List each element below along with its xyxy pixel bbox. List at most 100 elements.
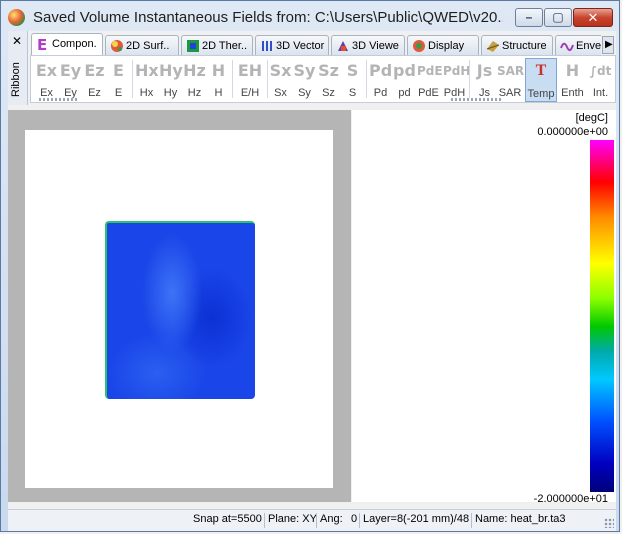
status-plane: Plane: XY [268,513,317,525]
maximize-icon: ▢ [552,10,564,24]
tool-pdh[interactable]: PdH PdH [443,58,471,102]
chevron-right-icon: ▶ [605,39,613,50]
e-icon: E [613,61,615,80]
minimize-button[interactable]: – [515,8,543,27]
tool-enth[interactable]: H Enth [561,58,584,102]
ribbon-label: Ribbon [10,62,22,97]
tool-label: E [114,87,123,99]
tab-label: 2D Surf.. [126,40,170,52]
status-layer: Layer=8(-201 mm)/48 [363,513,470,525]
component-toolbar: Ex Ex Ey Ey Ez Ez EE Hx Hx Hy Hy Hz Hz HH EH E/… [30,55,616,103]
close-icon: ✕ [587,10,599,25]
tool-s[interactable]: SS [341,58,364,102]
title-bar[interactable]: Saved Volume Instantaneous Fields from: … [1,1,621,31]
tab-label: Display [428,40,465,52]
temperature-field-region[interactable] [105,221,255,399]
ey-icon: Ey [59,61,82,80]
status-divider [471,513,472,528]
minimize-icon: – [525,10,533,24]
status-bar: Snap at=5500 Plane: XY Ang: 0 Layer=8(-2… [8,509,616,530]
tool-e-h[interactable]: EH E/H [237,58,263,102]
tab-components[interactable]: E Compon. [31,33,103,55]
tool-e[interactable]: EE [107,58,130,102]
tab-label: Compon. [52,38,97,50]
ex-icon: Ex [35,61,58,80]
colorbar-panel: [degC] 0.000000e+00 -2.000000e+01 [352,110,616,505]
thermal-icon [186,39,200,53]
client-area: ✕ Ribbon E Compon. 2D Surf.. 2D Ther.. 3… [8,31,616,531]
sx-icon: Sx [269,61,292,80]
pd-lower-icon: pd [393,61,416,80]
qwed-app-icon[interactable] [8,9,25,26]
field-plot-view[interactable] [8,110,351,502]
window-title: Saved Volume Instantaneous Fields from: … [33,9,503,26]
h-icon: H [211,61,226,80]
colorbar-unit: [degC] [575,112,608,124]
hz-icon: Hz [183,61,206,80]
sz-icon: Sz [318,61,339,80]
tab-label: 2D Ther.. [202,40,248,52]
status-divider [264,513,265,528]
status-filename: Name: heat_br.ta3 [475,513,566,525]
surface-icon [110,39,124,53]
tab-label: Structure [502,40,547,52]
status-divider [316,513,317,528]
tool-label: E/H [240,87,260,99]
tab-label: 3D Vector [276,40,325,52]
tool-label: Enth [561,87,584,99]
envelope-icon [560,39,574,53]
maximize-button[interactable]: ▢ [544,8,572,27]
status-divider [359,513,360,528]
status-snap: Snap at=5500 [193,513,262,525]
close-button[interactable]: ✕ [573,8,613,27]
tab-label: Envelope [576,40,601,52]
eh-icon: EH [237,61,263,80]
tab-scroll-right-button[interactable]: ▶ [602,36,614,54]
hy-icon: Hy [159,61,183,80]
status-angle-label: Ang: [320,513,343,525]
status-angle-value: 0 [351,513,358,525]
svg-text:E: E [37,37,47,51]
resize-grip-icon[interactable] [604,518,614,528]
ribbon-close-icon[interactable]: ✕ [12,34,22,48]
tool-pde[interactable]: PdE PdE [417,58,443,102]
structure-icon [486,39,500,53]
ribbon-tabs: E Compon. 2D Surf.. 2D Ther.. 3D Vector … [31,33,601,55]
colorbar-gradient [590,140,614,492]
enthalpy-icon: H [565,61,580,80]
temperature-icon: T [535,62,547,79]
app-window: Saved Volume Instantaneous Fields from: … [0,0,620,532]
tool-e-extra[interactable]: EE [613,58,615,102]
tab-3d-viewer[interactable]: 3D Viewe [331,35,405,55]
tab-envelope[interactable]: Envelope [555,35,601,55]
e-letter-icon: E [36,36,50,54]
pdh-icon: PdH [443,64,471,78]
tab-structure[interactable]: Structure [481,35,553,55]
s-icon: S [346,61,359,80]
ez-icon: Ez [84,61,105,80]
tool-label: Temp [527,88,555,100]
tab-2d-thermal[interactable]: 2D Ther.. [181,35,253,55]
sy-icon: Sy [293,61,316,80]
tool-label: S [348,87,357,99]
vector-icon [260,39,274,53]
tab-3d-vector[interactable]: 3D Vector [255,35,329,55]
tool-label: E [609,87,615,99]
e-icon: E [113,61,124,80]
integral-icon: ∫dt [589,64,612,78]
plot-canvas[interactable] [25,130,333,488]
colorbar-min-label: -2.000000e+01 [533,493,608,505]
tab-label: 3D Viewe [352,40,399,52]
display-icon [412,39,426,53]
pde-icon: PdE [417,64,443,78]
tool-label: H [214,87,223,99]
tab-2d-surface[interactable]: 2D Surf.. [105,35,179,55]
hx-icon: Hx [135,61,159,80]
tool-h[interactable]: HH [207,58,230,102]
group-grip [451,98,501,101]
tab-display[interactable]: Display [407,35,479,55]
ribbon-side-panel: ✕ Ribbon [8,31,28,105]
colorbar-max-label: 0.000000e+00 [537,126,608,138]
tool-temp[interactable]: T Temp [525,58,557,102]
tool-sar[interactable]: SAR SAR [497,58,524,102]
